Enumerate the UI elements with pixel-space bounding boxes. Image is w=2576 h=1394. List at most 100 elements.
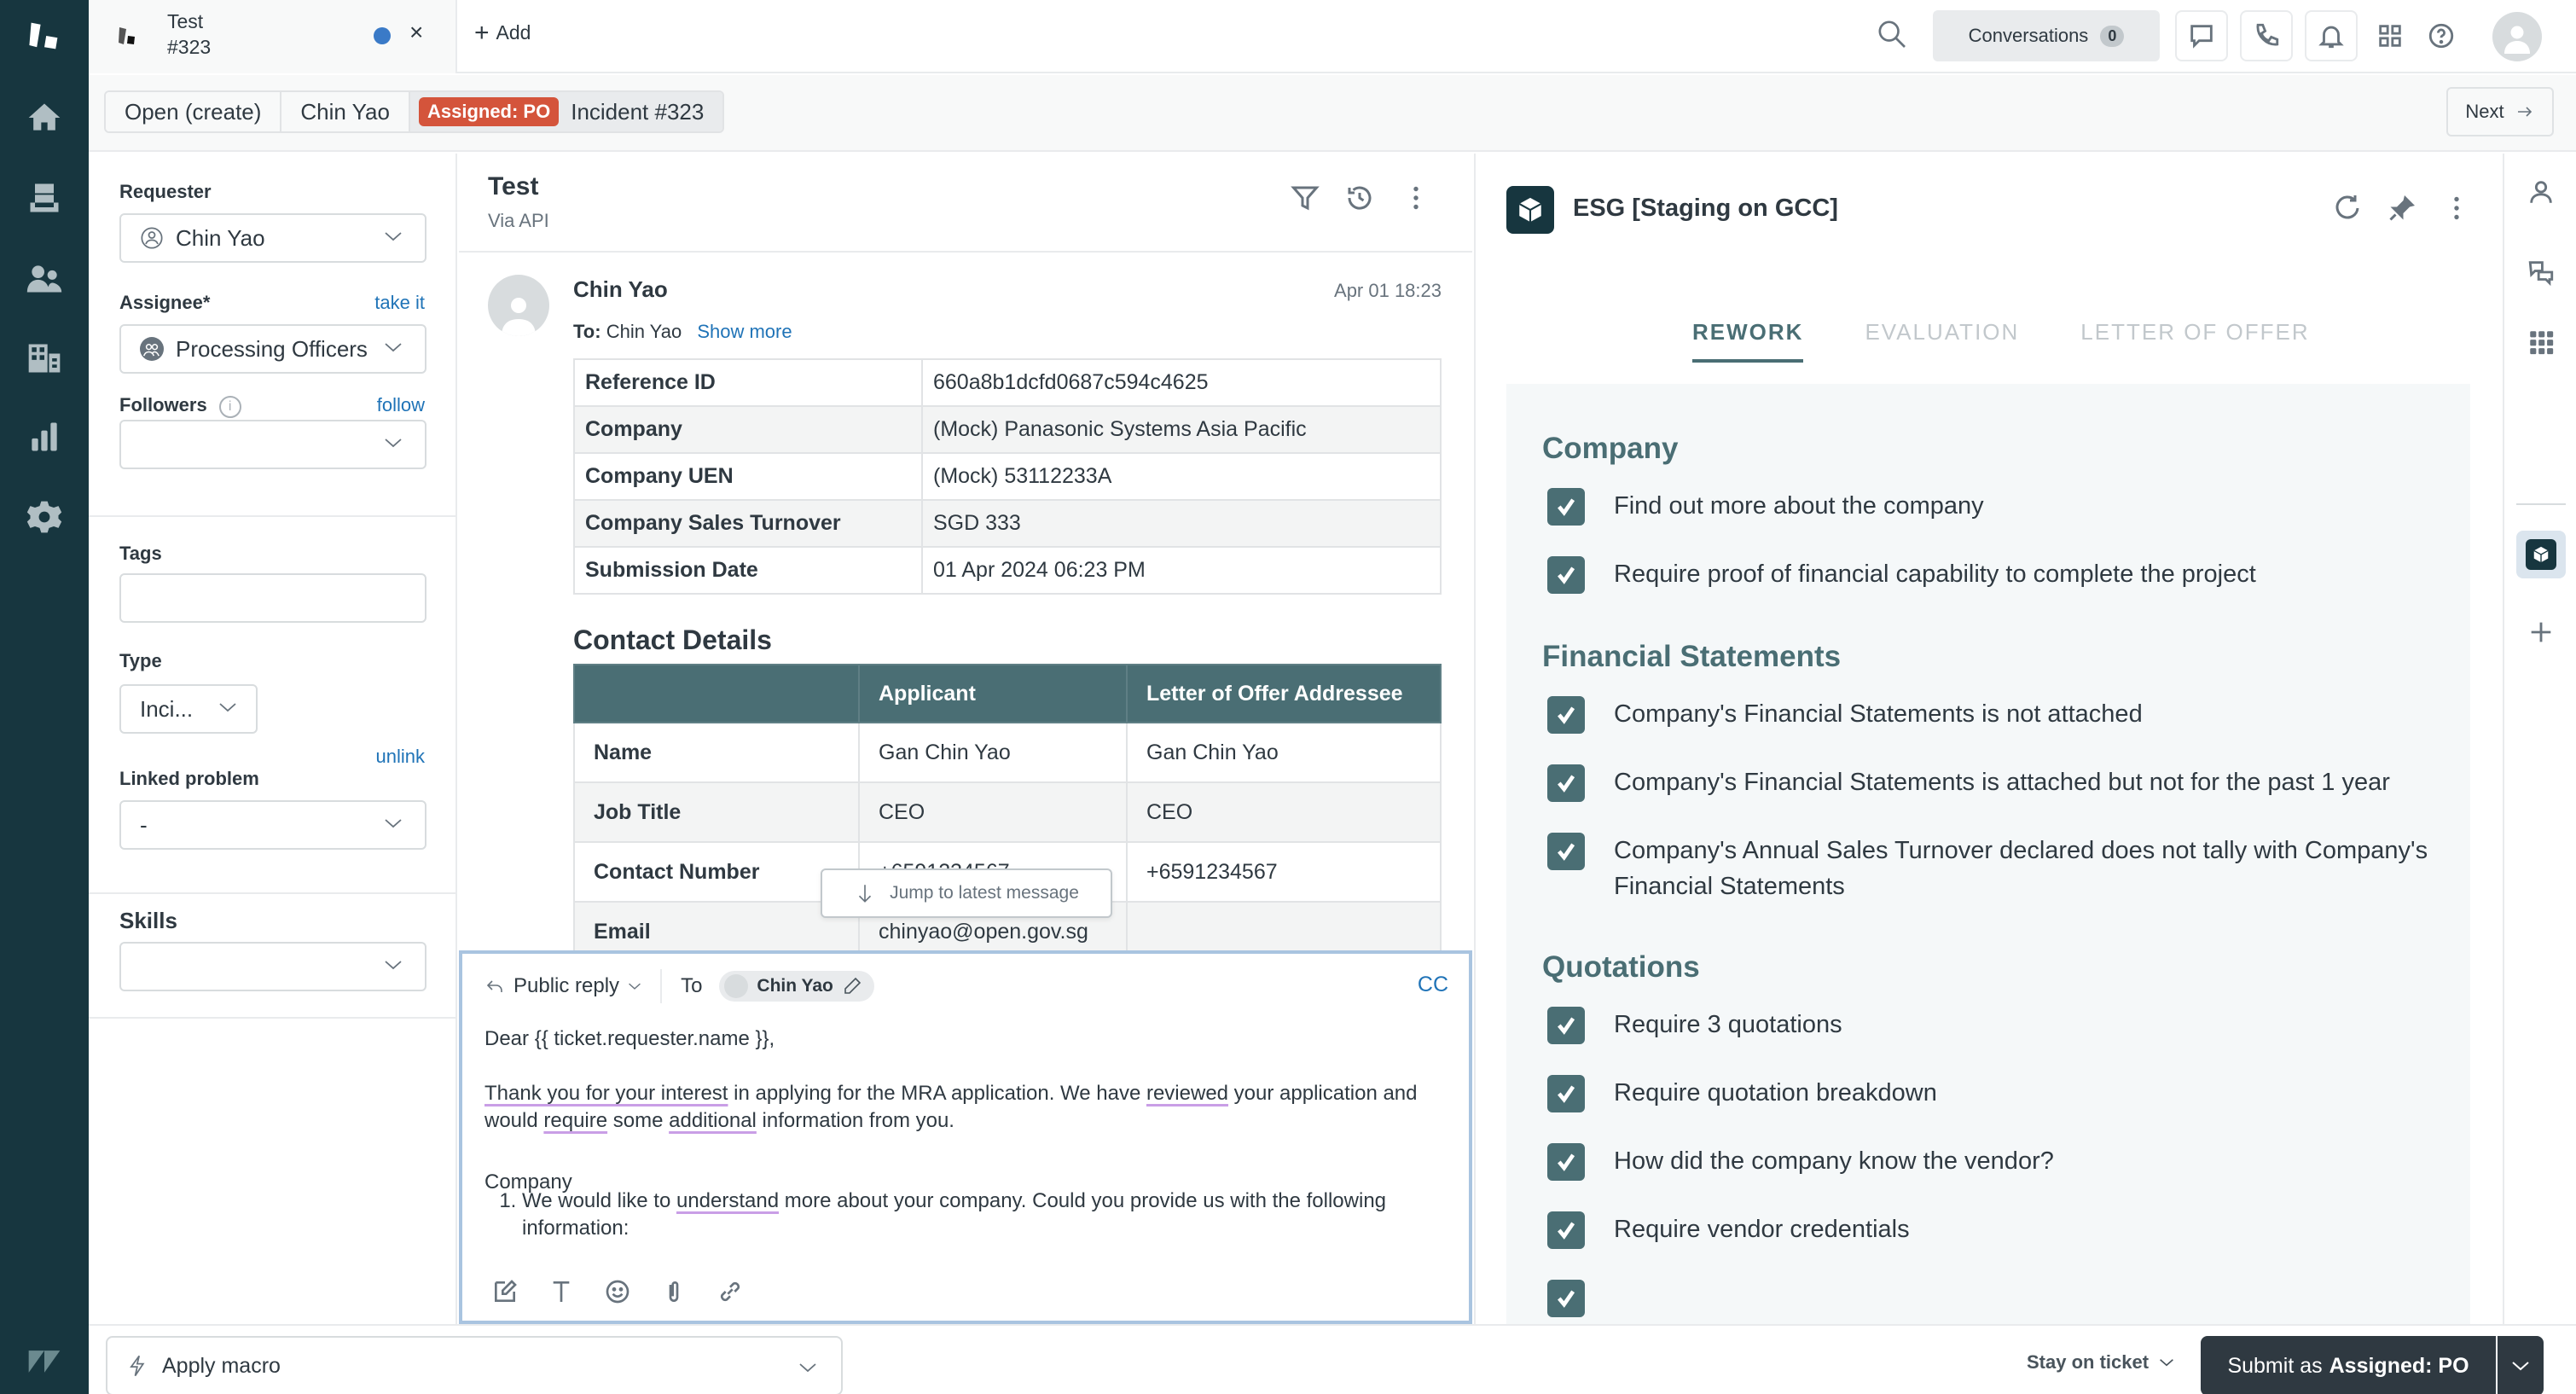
info-icon[interactable]: i: [218, 396, 241, 418]
breadcrumb-requester[interactable]: Chin Yao: [281, 92, 410, 131]
checklist-item[interactable]: Require vendor credentials: [1542, 1211, 2434, 1249]
breadcrumb-ticket[interactable]: Assigned: PO Incident #323: [409, 92, 723, 131]
table-row: Submission Date 01 Apr 2024 06:23 PM: [573, 546, 1442, 595]
checklist-item[interactable]: Require quotation breakdown: [1542, 1075, 2434, 1112]
type-label: Type: [119, 650, 162, 671]
conversations-context-button[interactable]: [2521, 253, 2561, 292]
nav-reporting[interactable]: [0, 403, 89, 471]
user-avatar[interactable]: [2492, 12, 2542, 61]
skills-label: Skills: [119, 908, 177, 933]
checkbox[interactable]: [1547, 1143, 1585, 1181]
help-button[interactable]: [2422, 17, 2460, 55]
checklist-item[interactable]: How did the company know the vendor?: [1542, 1143, 2434, 1181]
checkbox[interactable]: [1547, 1280, 1585, 1317]
customer-context-button[interactable]: [2521, 172, 2561, 212]
submit-button[interactable]: Submit as Assigned: PO: [2201, 1336, 2496, 1394]
chat-button[interactable]: [2175, 10, 2228, 61]
chevron-down-icon: [385, 232, 402, 241]
link-button[interactable]: [717, 1278, 744, 1305]
reply-body-editor[interactable]: Dear {{ ticket.requester.name }}, Thank …: [484, 1025, 1440, 1264]
apply-macro-dropdown[interactable]: Apply macro: [106, 1336, 843, 1394]
checkbox[interactable]: [1547, 696, 1585, 734]
checklist-item[interactable]: Require 3 quotations: [1542, 1007, 2434, 1044]
checklist-item[interactable]: Company's Financial Statements is not at…: [1542, 696, 2434, 734]
recipient-chip[interactable]: Chin Yao: [719, 971, 874, 1002]
intro-paragraph: Thank you for your interest in applying …: [484, 1080, 1440, 1135]
take-it-link[interactable]: take it: [374, 292, 425, 314]
inbox-icon: [30, 183, 59, 212]
nav-views[interactable]: [0, 164, 89, 232]
show-more-link[interactable]: Show more: [697, 321, 792, 342]
linked-problem-label: Linked problem: [119, 768, 259, 789]
follow-link[interactable]: follow: [377, 394, 425, 416]
more-options-button[interactable]: [1401, 183, 1435, 217]
checkbox[interactable]: [1547, 1211, 1585, 1249]
checkbox[interactable]: [1547, 1075, 1585, 1112]
reply-mode-dropdown[interactable]: Public reply: [484, 974, 641, 998]
linked-problem-field[interactable]: -: [119, 800, 426, 850]
esg-app-button[interactable]: [2516, 531, 2566, 578]
assignee-field[interactable]: Processing Officers: [119, 324, 426, 374]
checkbox[interactable]: [1547, 1007, 1585, 1044]
notifications-button[interactable]: [2305, 10, 2358, 61]
checkbox[interactable]: [1547, 833, 1585, 870]
talk-button[interactable]: [2240, 10, 2293, 61]
history-button[interactable]: [1344, 183, 1378, 217]
checkbox[interactable]: [1547, 556, 1585, 594]
stay-on-ticket-dropdown[interactable]: Stay on ticket: [2027, 1351, 2174, 1374]
reload-app-button[interactable]: [2332, 193, 2366, 227]
followers-field[interactable]: [119, 420, 426, 469]
zendesk-brand[interactable]: [0, 1327, 89, 1394]
text-run: We would like to: [522, 1189, 676, 1212]
jump-to-latest-button[interactable]: Jump to latest message: [821, 868, 1112, 918]
search-button[interactable]: [1875, 17, 1909, 51]
spellcheck-word: require: [543, 1109, 608, 1132]
checkbox[interactable]: [1547, 488, 1585, 526]
ticket-tab[interactable]: Test #323 ×: [89, 0, 457, 73]
breadcrumb-status[interactable]: Open (create): [106, 92, 282, 131]
compose-button[interactable]: [491, 1278, 519, 1305]
unlink-link[interactable]: unlink: [376, 746, 425, 768]
checklist-item[interactable]: Find out more about the company: [1542, 488, 2434, 526]
conversations-button[interactable]: Conversations 0: [1933, 10, 2160, 61]
submit-options-button[interactable]: [2498, 1336, 2544, 1394]
detail-key: Company: [573, 405, 923, 454]
type-field[interactable]: Inci...: [119, 684, 258, 734]
pin-app-button[interactable]: [2387, 193, 2421, 227]
plus-icon: [2531, 622, 2551, 642]
tab-letter-of-offer[interactable]: LETTER OF OFFER: [2080, 319, 2309, 363]
list-item: We would like to understand more about y…: [522, 1188, 1440, 1242]
add-app-button[interactable]: [2521, 613, 2561, 652]
nav-customers[interactable]: [0, 244, 89, 312]
apps-grid-button[interactable]: [2521, 322, 2561, 362]
nav-home[interactable]: [0, 84, 89, 152]
message-recipients: To: Chin Yao Show more: [573, 321, 792, 343]
submit-status: Assigned: PO: [2329, 1353, 2469, 1378]
checklist-item-label: Require proof of financial capability to…: [1614, 561, 2256, 588]
close-tab-button[interactable]: ×: [409, 19, 423, 46]
nav-organizations[interactable]: [0, 324, 89, 392]
emoji-button[interactable]: [604, 1278, 631, 1305]
message-author[interactable]: Chin Yao: [573, 276, 668, 303]
next-ticket-button[interactable]: Next: [2446, 87, 2554, 136]
skills-field[interactable]: [119, 942, 426, 991]
add-tab-button[interactable]: + Add: [474, 19, 531, 48]
checklist-item[interactable]: Company's Financial Statements is attach…: [1542, 764, 2434, 802]
tags-input[interactable]: [119, 573, 426, 623]
nav-admin[interactable]: [0, 483, 89, 551]
tab-rework[interactable]: REWORK: [1692, 319, 1804, 363]
checkbox[interactable]: [1547, 764, 1585, 802]
products-button[interactable]: [2371, 17, 2409, 55]
checklist-item[interactable]: [1542, 1280, 2434, 1317]
checklist-item[interactable]: Company's Annual Sales Turnover declared…: [1542, 833, 2434, 904]
requester-field[interactable]: Chin Yao: [119, 213, 426, 263]
app-menu-button[interactable]: [2441, 193, 2475, 227]
filter-button[interactable]: [1290, 183, 1324, 217]
pencil-icon[interactable]: [842, 976, 862, 996]
zendesk-logo[interactable]: [0, 2, 89, 70]
tab-evaluation[interactable]: EVALUATION: [1865, 319, 2019, 363]
text-format-button[interactable]: [548, 1278, 575, 1305]
attach-button[interactable]: [660, 1278, 688, 1305]
cc-button[interactable]: CC: [1418, 973, 1448, 997]
checklist-item[interactable]: Require proof of financial capability to…: [1542, 556, 2434, 594]
